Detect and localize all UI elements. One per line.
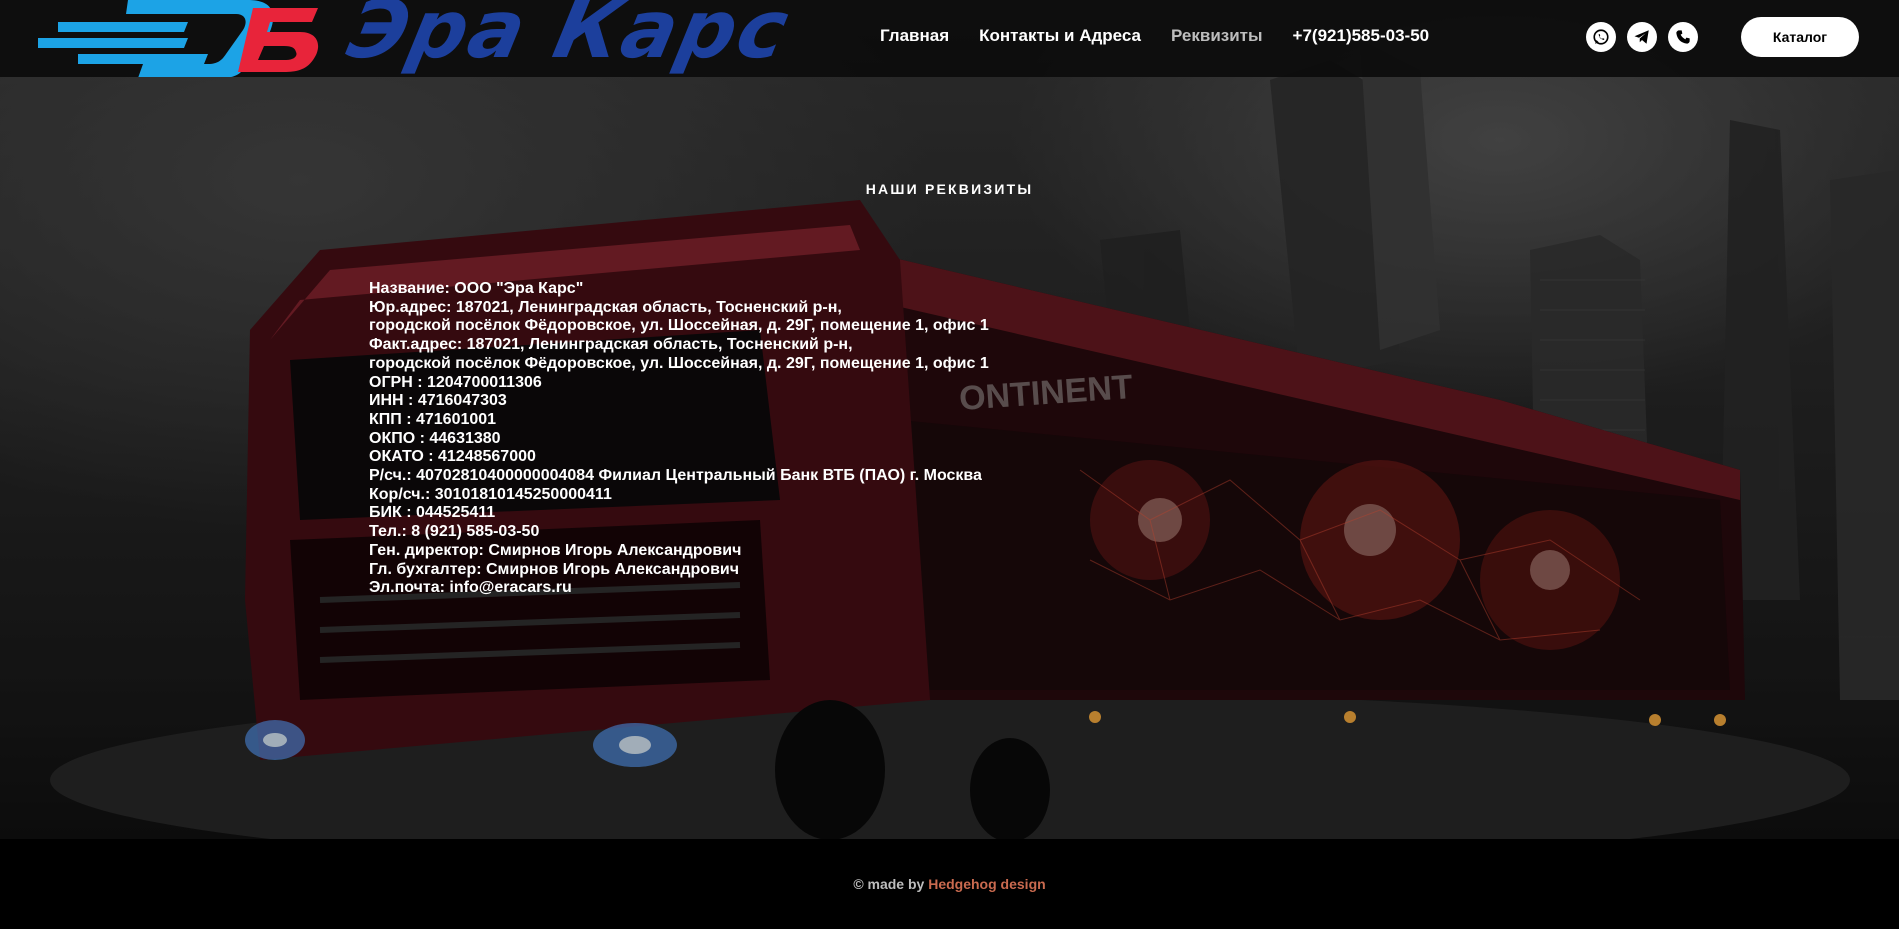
logo[interactable]: Эра Карс	[38, 0, 798, 78]
social-links	[1586, 22, 1698, 52]
phone-icon	[1676, 30, 1690, 44]
phone-button[interactable]	[1668, 22, 1698, 52]
requisite-ogrn: ОГРН : 1204700011306	[369, 373, 542, 391]
requisites-block: Название: ООО "Эра Карс" Юр.адрес: 18702…	[369, 280, 989, 598]
requisite-bik: БИК : 044525411	[369, 504, 496, 522]
requisite-actual-address: Факт.адрес: 187021, Ленинградская област…	[369, 336, 853, 354]
site-footer: © made by Hedgehog design	[0, 839, 1899, 929]
requisite-email: Эл.почта: info@eracars.ru	[369, 579, 572, 597]
site-header: Эра Карс Главная Контакты и Адреса Рекви…	[0, 0, 1899, 78]
requisite-phone: Тел.: 8 (921) 585-03-50	[369, 523, 540, 541]
requisite-kpp: КПП : 471601001	[369, 410, 497, 428]
requisite-inn: ИНН : 4716047303	[369, 392, 507, 410]
requisite-accountant: Гл. бухгалтер: Смирнов Игорь Александров…	[369, 560, 740, 578]
nav-link-contacts[interactable]: Контакты и Адреса	[979, 26, 1141, 46]
nav-link-requisites[interactable]: Реквизиты	[1171, 26, 1263, 46]
telegram-button[interactable]	[1627, 22, 1657, 52]
requisite-okpo: ОКПО : 44631380	[369, 429, 501, 447]
requisite-legal-address: Юр.адрес: 187021, Ленинградская область,…	[369, 298, 842, 316]
whatsapp-icon	[1593, 29, 1609, 45]
requisite-okato: ОКАТО : 41248567000	[369, 448, 536, 466]
footer-designer-link[interactable]: Hedgehog design	[928, 876, 1045, 892]
requisite-corr-account: Кор/сч.: 30101810145250000411	[369, 485, 612, 503]
main-nav: Главная Контакты и Адреса Реквизиты +7(9…	[880, 26, 1459, 46]
requisite-director: Ген. директор: Смирнов Игорь Александров…	[369, 541, 742, 559]
whatsapp-button[interactable]	[1586, 22, 1616, 52]
requisite-legal-address-cont: городской посёлок Фёдоровское, ул. Шоссе…	[369, 317, 989, 335]
requisite-name: Название: ООО "Эра Карс"	[369, 280, 584, 297]
nav-link-home[interactable]: Главная	[880, 26, 949, 46]
catalog-button[interactable]: Каталог	[1741, 17, 1859, 57]
requisite-account: Р/сч.: 40702810400000004084 Филиал Центр…	[369, 467, 982, 485]
requisite-actual-address-cont: городской посёлок Фёдоровское, ул. Шоссе…	[369, 354, 989, 372]
section-title: НАШИ РЕКВИЗИТЫ	[865, 181, 1034, 197]
logo-text: Эра Карс	[340, 0, 798, 76]
footer-credit: © made by Hedgehog design	[853, 876, 1045, 892]
footer-prefix: © made by	[853, 876, 925, 892]
nav-link-phone[interactable]: +7(921)585-03-50	[1293, 26, 1430, 46]
logo-mark-icon	[38, 0, 319, 78]
telegram-icon	[1634, 30, 1649, 44]
